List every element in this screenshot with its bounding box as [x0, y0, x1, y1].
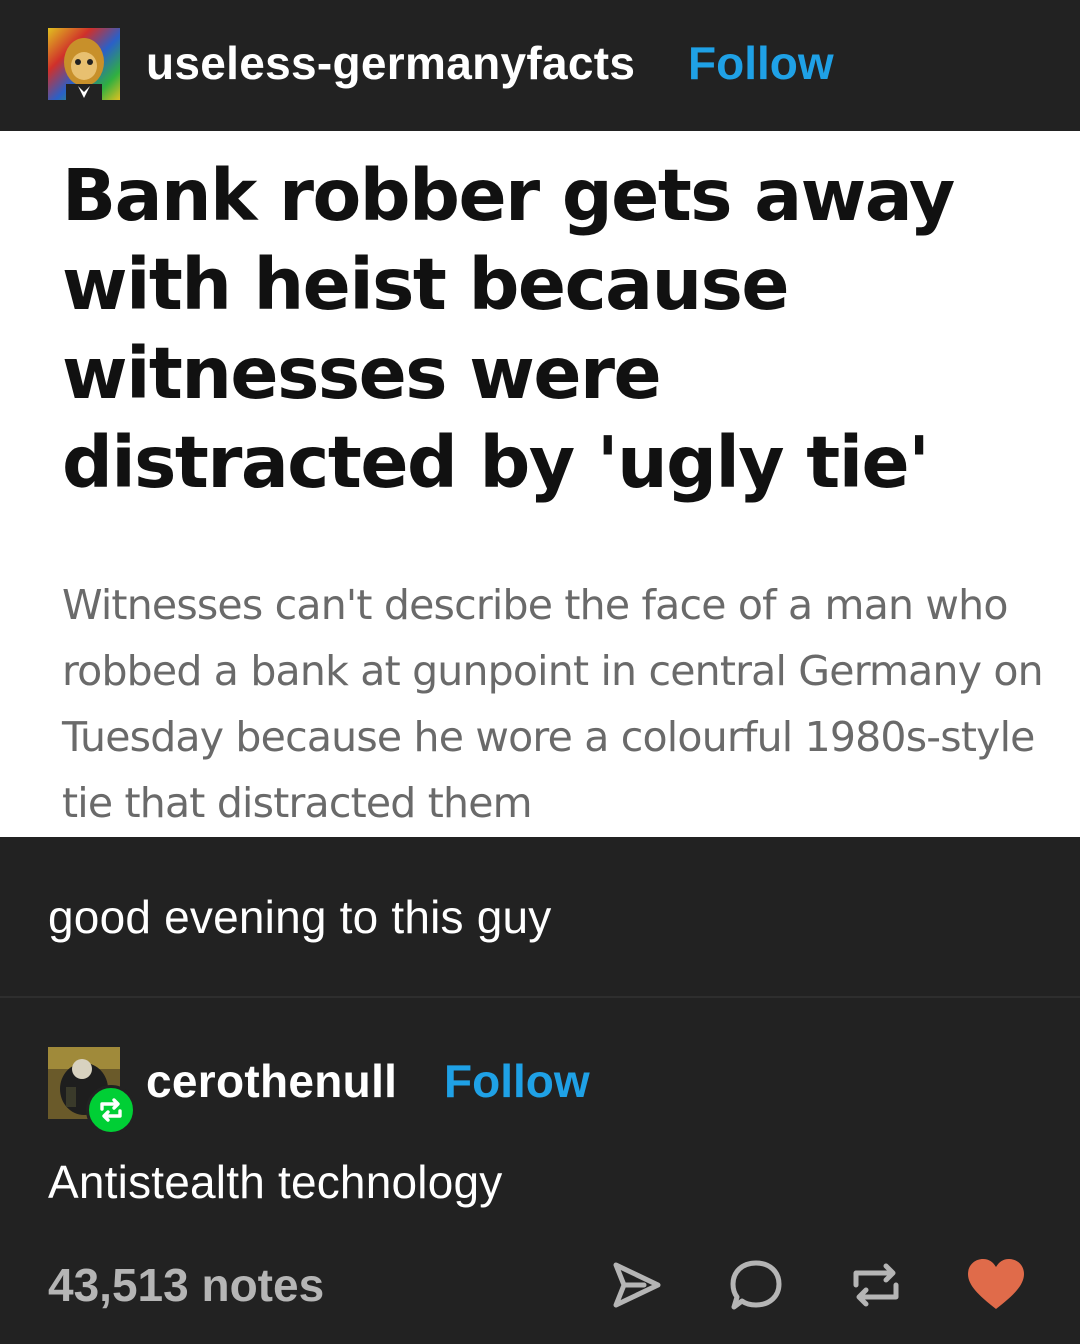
reblogger-name[interactable]: cerothenull [146, 1054, 397, 1108]
like-icon[interactable] [966, 1257, 1024, 1313]
author-name[interactable]: useless-germanyfacts [146, 36, 635, 90]
post-caption: good evening to this guy [48, 891, 552, 943]
share-icon[interactable] [608, 1257, 664, 1313]
reblog-icon[interactable] [848, 1257, 904, 1313]
article-headline: Bank robber gets away with heist because… [62, 154, 955, 504]
reblog-comment: Antistealth technology [48, 1156, 503, 1208]
article-subtext: Witnesses can't describe the face of a m… [62, 581, 1044, 827]
notes-count[interactable]: 43,513 notes [48, 1258, 324, 1312]
follow-reblogger-button[interactable]: Follow [444, 1054, 590, 1108]
follow-button[interactable]: Follow [688, 36, 834, 90]
reblog-badge-icon [86, 1085, 136, 1135]
divider [0, 996, 1080, 998]
reply-icon[interactable] [728, 1257, 784, 1313]
author-avatar[interactable] [48, 28, 120, 100]
article-image: Bank robber gets away with heist because… [0, 131, 1080, 837]
post-header: useless-germanyfacts Follow [0, 0, 1080, 131]
